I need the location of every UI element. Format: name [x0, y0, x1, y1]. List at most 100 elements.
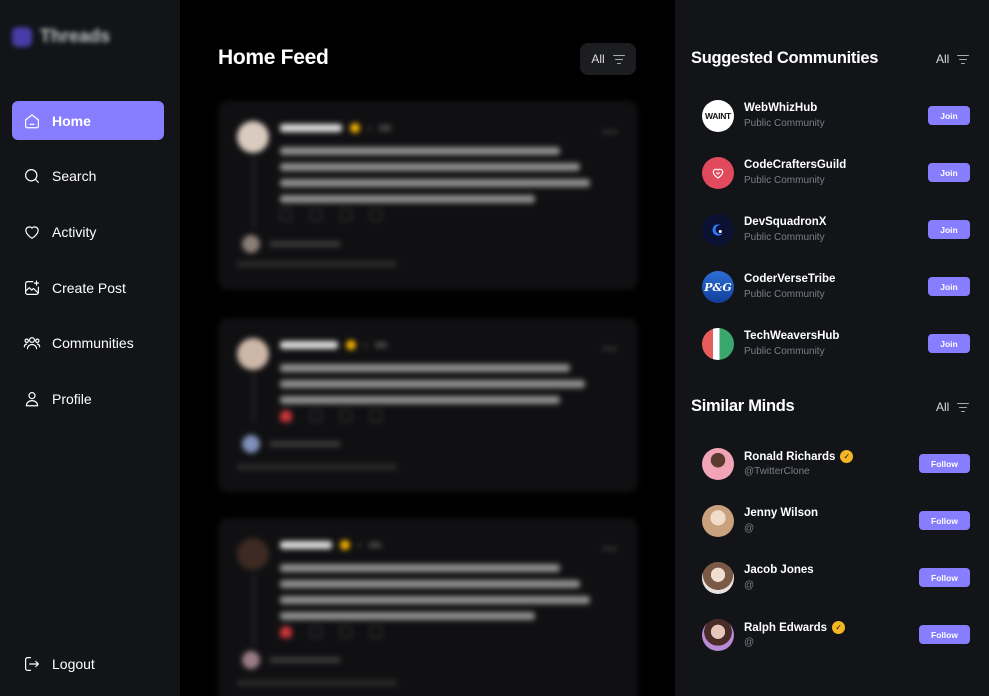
filter-label: All: [591, 52, 605, 66]
user-name-text: Ralph Edwards: [744, 621, 828, 634]
sidebar-item-communities[interactable]: Communities: [12, 324, 164, 363]
user-handle: @: [744, 523, 755, 534]
follow-button[interactable]: Follow: [919, 568, 970, 587]
post-actions[interactable]: [280, 209, 382, 221]
post-actions[interactable]: [280, 626, 382, 638]
threads-logo-icon: [12, 26, 32, 47]
community-name: CoderVerseTribe: [744, 273, 836, 285]
avatar: [237, 121, 269, 153]
sidebar-item-activity[interactable]: Activity: [12, 212, 164, 251]
user-handle: @: [744, 580, 755, 591]
join-button[interactable]: Join: [928, 163, 970, 182]
avatar: [702, 562, 734, 594]
post-replies[interactable]: [242, 651, 340, 669]
page-title: Home Feed: [218, 46, 329, 69]
thread-card[interactable]: •••: [218, 101, 638, 290]
user-item-ralph-edwards[interactable]: Ralph Edwards ✓ @ Follow: [702, 619, 970, 653]
more-options-icon[interactable]: •••: [602, 342, 618, 356]
join-button[interactable]: Join: [928, 220, 970, 239]
user-name: Jacob Jones: [744, 564, 814, 576]
avatar: [237, 338, 269, 370]
sidebar-item-label: Communities: [52, 335, 134, 352]
sidebar-item-profile[interactable]: Profile: [12, 379, 164, 418]
communities-icon: [23, 337, 41, 350]
community-item-codecraftersguild[interactable]: CodeCraftersGuild Public Community Join: [702, 157, 970, 191]
app-logo[interactable]: Threads: [12, 26, 110, 47]
community-logo: [702, 328, 734, 360]
logout-section: Logout: [12, 644, 164, 683]
join-button[interactable]: Join: [928, 334, 970, 353]
follow-button[interactable]: Follow: [919, 511, 970, 530]
search-icon: [25, 169, 39, 184]
join-button[interactable]: Join: [928, 106, 970, 125]
logout-label: Logout: [52, 655, 95, 672]
avatar: [237, 538, 269, 570]
community-name: TechWeaversHub: [744, 330, 840, 342]
sidebar-item-label: Profile: [52, 390, 92, 407]
filter-label: All: [936, 400, 950, 414]
thread-card[interactable]: •••: [218, 518, 638, 696]
minds-filter-button[interactable]: All: [936, 400, 970, 414]
avatar: [702, 448, 734, 480]
more-options-icon[interactable]: •••: [602, 542, 618, 556]
community-item-devsquadronx[interactable]: DevSquadronX Public Community Join: [702, 214, 970, 248]
create-post-icon: [25, 280, 40, 295]
sidebar-item-label: Create Post: [52, 279, 126, 296]
feed-filter-button[interactable]: All: [580, 43, 636, 75]
join-button[interactable]: Join: [928, 277, 970, 296]
app-title: Threads: [40, 26, 111, 46]
community-logo-text: P&G: [704, 280, 732, 294]
sidebar-item-label: Activity: [52, 223, 97, 240]
community-item-codervers-tribe[interactable]: P&G CoderVerseTribe Public Community Joi…: [702, 271, 970, 305]
filter-icon: [957, 402, 970, 412]
post-replies[interactable]: [242, 435, 340, 453]
community-logo: WAINT: [702, 100, 734, 132]
follow-button[interactable]: Follow: [919, 625, 970, 644]
more-options-icon[interactable]: •••: [602, 125, 618, 139]
community-type: Public Community: [744, 289, 825, 300]
post-header: [280, 123, 391, 133]
sidebar-item-home[interactable]: Home: [12, 101, 164, 140]
sidebar-nav: Home Search Activity Create Post Communi…: [12, 101, 164, 435]
post-meta: [237, 680, 397, 686]
post-content: [280, 560, 600, 620]
community-type: Public Community: [744, 175, 825, 186]
profile-icon: [25, 391, 39, 407]
user-name: Ronald Richards ✓: [744, 450, 854, 463]
logout-icon: [25, 656, 39, 671]
home-feed: Home Feed All ••• ••• •••: [180, 0, 675, 696]
user-item-jenny-wilson[interactable]: Jenny Wilson @ Follow: [702, 505, 970, 539]
home-icon: [25, 113, 39, 128]
left-sidebar: Threads Home Search Activity Create Post…: [0, 0, 180, 696]
post-actions[interactable]: [280, 410, 382, 422]
sidebar-item-create-post[interactable]: Create Post: [12, 268, 164, 307]
user-name: Ralph Edwards ✓: [744, 621, 846, 634]
community-item-webwhizhub[interactable]: WAINT WebWhizHub Public Community Join: [702, 100, 970, 134]
filter-icon: [612, 54, 625, 64]
user-item-jacob-jones[interactable]: Jacob Jones @ Follow: [702, 562, 970, 596]
community-type: Public Community: [744, 232, 825, 243]
community-item-techweavershub[interactable]: TechWeaversHub Public Community Join: [702, 328, 970, 362]
follow-button[interactable]: Follow: [919, 454, 970, 473]
communities-filter-button[interactable]: All: [936, 52, 970, 66]
avatar: [702, 619, 734, 651]
post-meta: [237, 464, 397, 470]
thread-card[interactable]: •••: [218, 318, 638, 492]
logout-button[interactable]: Logout: [12, 644, 164, 683]
community-logo: [702, 157, 734, 189]
community-name: WebWhizHub: [744, 102, 818, 114]
sidebar-item-search[interactable]: Search: [12, 157, 164, 196]
post-content: [280, 143, 600, 203]
community-logo: P&G: [702, 271, 734, 303]
community-logo: [702, 214, 734, 246]
avatar: [702, 505, 734, 537]
user-item-ronald-richards[interactable]: Ronald Richards ✓ @TwitterClone Follow: [702, 448, 970, 482]
post-meta: [237, 261, 397, 267]
community-name: DevSquadronX: [744, 216, 827, 228]
thread-line: [253, 574, 255, 646]
sidebar-item-label: Home: [52, 112, 91, 129]
post-replies[interactable]: [242, 235, 340, 253]
user-name: Jenny Wilson: [744, 507, 819, 519]
post-header: [280, 540, 381, 550]
user-handle: @: [744, 637, 755, 648]
